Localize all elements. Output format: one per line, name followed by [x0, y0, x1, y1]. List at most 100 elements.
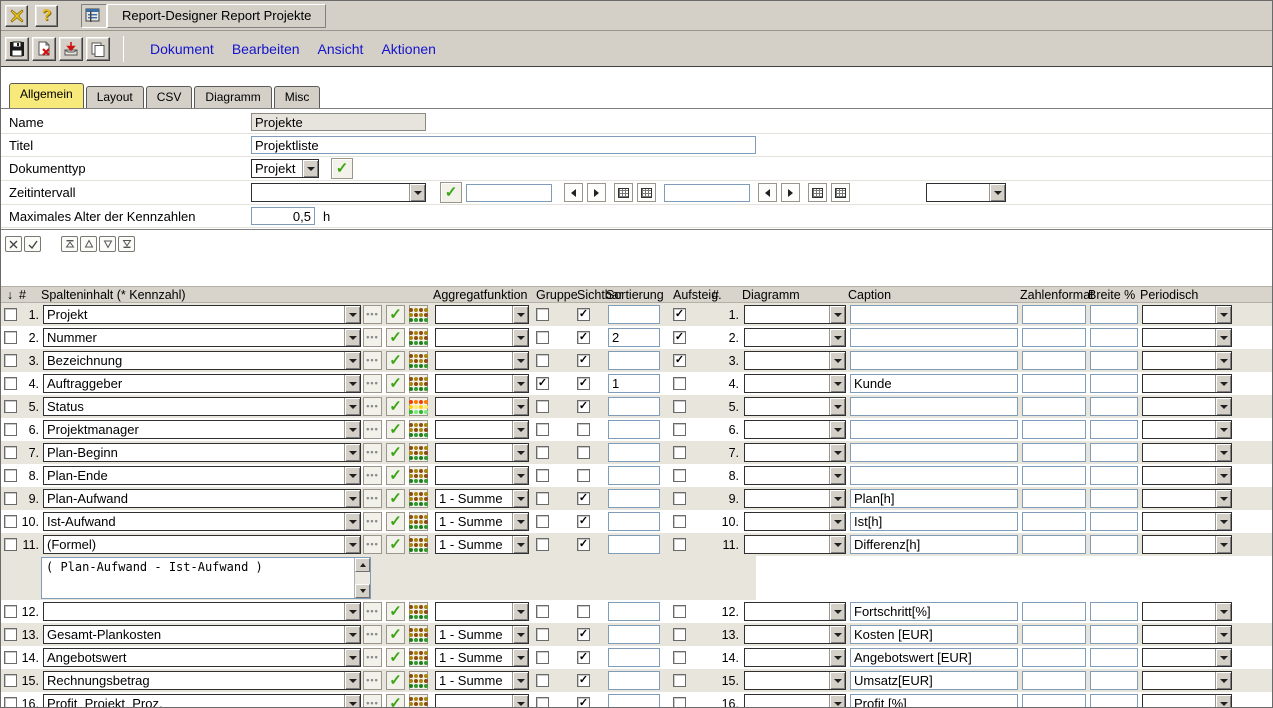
- diagramm-select[interactable]: [744, 535, 846, 554]
- diagramm-select[interactable]: [744, 625, 846, 644]
- kennzahl-button[interactable]: [409, 374, 428, 393]
- gruppe-checkbox[interactable]: [536, 400, 549, 413]
- apply-button[interactable]: ✓: [386, 671, 405, 690]
- chevron-down-icon[interactable]: [989, 184, 1005, 201]
- column-content-select[interactable]: Rechnungsbetrag: [43, 671, 361, 690]
- row-select-checkbox[interactable]: [4, 538, 17, 551]
- sortierung-input[interactable]: [608, 397, 660, 416]
- row-select-checkbox[interactable]: [4, 697, 17, 708]
- sortierung-input[interactable]: 1: [608, 374, 660, 393]
- titel-input[interactable]: Projektliste: [251, 136, 756, 154]
- diagramm-select[interactable]: [744, 671, 846, 690]
- sortierung-input[interactable]: [608, 512, 660, 531]
- formula-editor[interactable]: ( Plan-Aufwand - Ist-Aufwand ): [41, 557, 371, 599]
- sichtbar-checkbox[interactable]: ✓: [577, 651, 590, 664]
- scroll-up-button[interactable]: [355, 558, 370, 572]
- aufsteig-checkbox[interactable]: [673, 605, 686, 618]
- zahlenformat-input[interactable]: [1022, 625, 1086, 644]
- apply-button[interactable]: ✓: [386, 305, 405, 324]
- zahlenformat-input[interactable]: [1022, 671, 1086, 690]
- zahlenformat-input[interactable]: [1022, 466, 1086, 485]
- aufsteig-checkbox[interactable]: [673, 515, 686, 528]
- sichtbar-checkbox[interactable]: ✓: [577, 331, 590, 344]
- zahlenformat-input[interactable]: [1022, 351, 1086, 370]
- apply-button[interactable]: ✓: [386, 512, 405, 531]
- chevron-down-icon[interactable]: [829, 421, 845, 438]
- row-select-checkbox[interactable]: [4, 469, 17, 482]
- row-select-checkbox[interactable]: [4, 628, 17, 641]
- sichtbar-checkbox[interactable]: ✓: [577, 308, 590, 321]
- ellipsis-button[interactable]: •••: [363, 443, 382, 462]
- tab-csv[interactable]: CSV: [146, 86, 193, 108]
- chevron-down-icon[interactable]: [512, 695, 528, 708]
- caption-input[interactable]: Ist[h]: [850, 512, 1018, 531]
- help-button[interactable]: ?: [35, 5, 58, 27]
- caption-input[interactable]: [850, 397, 1018, 416]
- column-content-select[interactable]: [43, 602, 361, 621]
- chevron-down-icon[interactable]: [512, 306, 528, 323]
- chevron-down-icon[interactable]: [1215, 513, 1231, 530]
- to-calendar-button-2[interactable]: [831, 183, 850, 202]
- chevron-down-icon[interactable]: [344, 649, 360, 666]
- max-alter-input[interactable]: 0,5: [251, 207, 315, 225]
- ellipsis-button[interactable]: •••: [363, 420, 382, 439]
- ellipsis-button[interactable]: •••: [363, 535, 382, 554]
- chevron-down-icon[interactable]: [512, 444, 528, 461]
- apply-button[interactable]: ✓: [386, 694, 405, 708]
- caption-input[interactable]: [850, 443, 1018, 462]
- tab-diagramm[interactable]: Diagramm: [194, 86, 271, 108]
- chevron-down-icon[interactable]: [344, 490, 360, 507]
- gruppe-checkbox[interactable]: [536, 354, 549, 367]
- apply-button[interactable]: ✓: [386, 466, 405, 485]
- row-select-checkbox[interactable]: [4, 674, 17, 687]
- chevron-down-icon[interactable]: [344, 421, 360, 438]
- ellipsis-button[interactable]: •••: [363, 694, 382, 708]
- diagramm-select[interactable]: [744, 351, 846, 370]
- aufsteig-checkbox[interactable]: ✓: [673, 354, 686, 367]
- apply-button[interactable]: ✓: [386, 489, 405, 508]
- gruppe-checkbox[interactable]: [536, 515, 549, 528]
- chevron-down-icon[interactable]: [512, 421, 528, 438]
- column-content-select[interactable]: Ist-Aufwand: [43, 512, 361, 531]
- breite-input[interactable]: [1090, 397, 1138, 416]
- formula-text[interactable]: ( Plan-Aufwand - Ist-Aufwand ): [42, 558, 354, 598]
- row-select-checkbox[interactable]: [4, 423, 17, 436]
- column-content-select[interactable]: Projektmanager: [43, 420, 361, 439]
- chevron-down-icon[interactable]: [512, 513, 528, 530]
- periodisch-select[interactable]: [1142, 420, 1232, 439]
- aufsteig-checkbox[interactable]: [673, 674, 686, 687]
- sichtbar-checkbox[interactable]: ✓: [577, 697, 590, 708]
- ellipsis-button[interactable]: •••: [363, 489, 382, 508]
- chevron-down-icon[interactable]: [1215, 375, 1231, 392]
- chevron-down-icon[interactable]: [1215, 444, 1231, 461]
- diagramm-select[interactable]: [744, 420, 846, 439]
- column-content-select[interactable]: Projekt: [43, 305, 361, 324]
- caption-input[interactable]: Angebotswert [EUR]: [850, 648, 1018, 667]
- kennzahl-button[interactable]: [409, 420, 428, 439]
- ellipsis-button[interactable]: •••: [363, 625, 382, 644]
- row-select-checkbox[interactable]: [4, 354, 17, 367]
- chevron-down-icon[interactable]: [344, 306, 360, 323]
- chevron-down-icon[interactable]: [512, 467, 528, 484]
- breite-input[interactable]: [1090, 351, 1138, 370]
- chevron-down-icon[interactable]: [512, 352, 528, 369]
- zahlenformat-input[interactable]: [1022, 328, 1086, 347]
- diagramm-select[interactable]: [744, 602, 846, 621]
- periodisch-select[interactable]: [1142, 397, 1232, 416]
- zahlenformat-input[interactable]: [1022, 648, 1086, 667]
- aggregatfunktion-select[interactable]: [435, 602, 529, 621]
- from-prev-button[interactable]: [564, 183, 583, 202]
- kennzahl-button[interactable]: [409, 625, 428, 644]
- chevron-down-icon[interactable]: [1215, 603, 1231, 620]
- breite-input[interactable]: [1090, 648, 1138, 667]
- aufsteig-checkbox[interactable]: [673, 492, 686, 505]
- aggregatfunktion-select[interactable]: [435, 374, 529, 393]
- close-button[interactable]: [5, 5, 28, 27]
- kennzahl-button[interactable]: [409, 694, 428, 708]
- chevron-down-icon[interactable]: [1215, 467, 1231, 484]
- move-up-button[interactable]: [80, 236, 97, 252]
- apply-button[interactable]: ✓: [386, 328, 405, 347]
- ellipsis-button[interactable]: •••: [363, 328, 382, 347]
- caption-input[interactable]: [850, 328, 1018, 347]
- aggregatfunktion-select[interactable]: 1 - Summe: [435, 625, 529, 644]
